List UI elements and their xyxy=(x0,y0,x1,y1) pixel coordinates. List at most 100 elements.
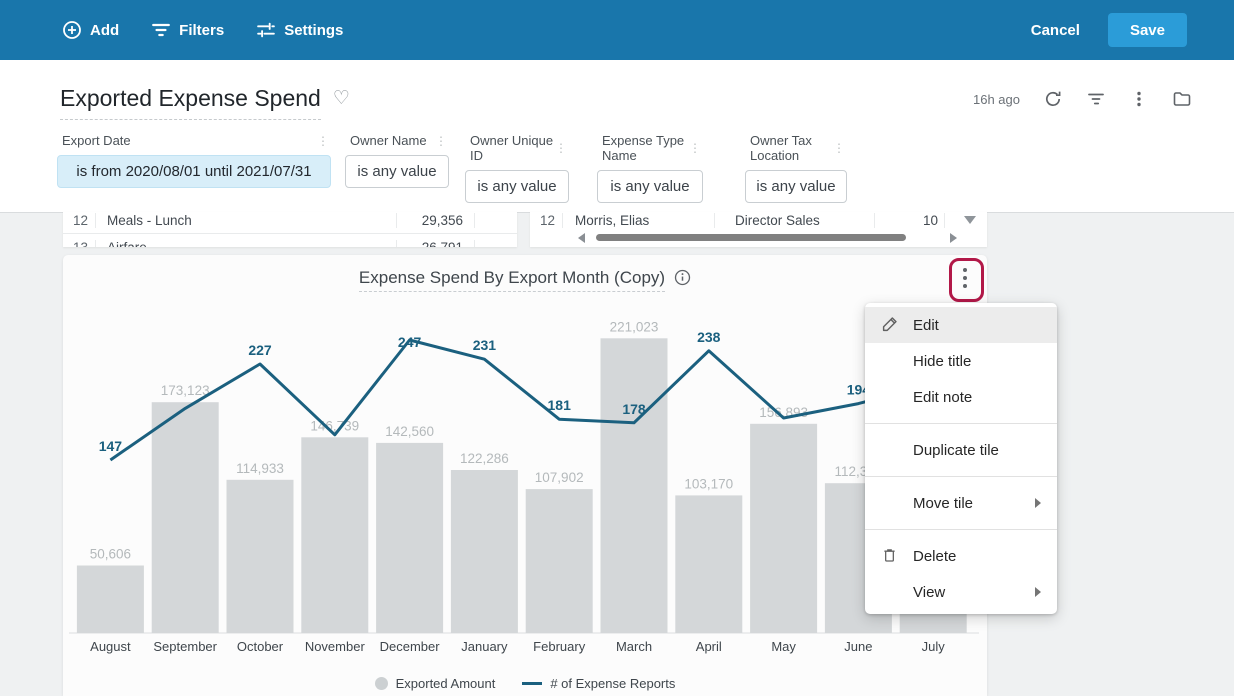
add-button-label: Add xyxy=(90,22,119,39)
add-button[interactable]: Add xyxy=(62,20,119,40)
x-axis-label-january: January xyxy=(461,639,508,654)
legend-dot-icon xyxy=(375,677,388,690)
bar-november[interactable] xyxy=(301,437,368,633)
dashboard-edit-page: Add Filters Settings Cancel Save Exporte… xyxy=(0,0,1234,696)
tile-title[interactable]: Expense Spend By Export Month (Copy) xyxy=(359,268,665,292)
owner-name-cell: Morris, Elias xyxy=(563,213,715,228)
settings-button[interactable]: Settings xyxy=(256,20,343,40)
filter-value-chip[interactable]: is any value xyxy=(345,155,449,188)
bar-october[interactable] xyxy=(227,480,294,633)
bar-march[interactable] xyxy=(601,338,668,633)
filter-kebab-icon[interactable]: ⋮ xyxy=(555,143,567,153)
owner-table-tile: 12Morris, EliasDirector Sales10 xyxy=(530,212,987,247)
bar-value-label: 103,170 xyxy=(684,476,733,491)
menu-divider xyxy=(865,423,1057,424)
line-value-label: 247 xyxy=(398,334,422,350)
menu-item-edit-note[interactable]: Edit note xyxy=(865,379,1057,415)
x-axis-label-august: August xyxy=(90,639,131,654)
legend-item-expense-reports[interactable]: # of Expense Reports xyxy=(522,676,675,691)
menu-item-icon-slot xyxy=(881,387,905,407)
expense-type-table-tile: 12Meals - Lunch29,35613Airfare26,791 xyxy=(63,212,517,247)
filter-owner-tax-location: Owner Tax Location⋮is any value xyxy=(745,133,847,203)
dashboard-filters-icon[interactable] xyxy=(1086,89,1106,109)
line-value-label: 231 xyxy=(473,337,497,353)
filter-owner-name: Owner Name⋮is any value xyxy=(345,133,449,188)
line-value-label: 238 xyxy=(697,329,721,345)
menu-item-move-tile[interactable]: Move tile xyxy=(865,485,1057,521)
menu-item-icon-slot xyxy=(881,493,905,513)
edit-toolbar: Add Filters Settings Cancel Save xyxy=(0,0,1234,60)
folder-icon[interactable] xyxy=(1172,89,1192,109)
expense-type-cell: Meals - Lunch xyxy=(96,213,397,228)
amount-cell: 29,356 xyxy=(397,213,475,228)
row-number-cell: 12 xyxy=(63,213,96,228)
line-value-label: 147 xyxy=(99,438,123,454)
scrollbar-thumb[interactable] xyxy=(596,234,906,241)
add-circle-plus-icon xyxy=(62,20,82,40)
info-icon[interactable] xyxy=(674,269,691,291)
dashboard-kebab-icon[interactable] xyxy=(1129,89,1149,109)
scroll-right-icon[interactable] xyxy=(950,233,957,243)
bar-january[interactable] xyxy=(451,470,518,633)
menu-item-label: View xyxy=(913,584,945,601)
x-axis-label-march: March xyxy=(616,639,652,654)
filter-value-chip[interactable]: is any value xyxy=(465,170,569,203)
menu-item-edit[interactable]: Edit xyxy=(865,307,1057,343)
bar-april[interactable] xyxy=(675,495,742,633)
filter-kebab-icon[interactable]: ⋮ xyxy=(317,136,329,146)
bar-value-label: 142,560 xyxy=(385,424,434,439)
bar-february[interactable] xyxy=(526,489,593,633)
menu-item-duplicate-tile[interactable]: Duplicate tile xyxy=(865,432,1057,468)
filter-kebab-icon[interactable]: ⋮ xyxy=(833,143,845,153)
combo-chart: 50,606August173,123September114,933Octob… xyxy=(63,255,987,696)
menu-divider xyxy=(865,476,1057,477)
scroll-left-icon[interactable] xyxy=(578,233,585,243)
menu-item-view[interactable]: View xyxy=(865,574,1057,610)
last-refreshed-text: 16h ago xyxy=(973,92,1020,107)
x-axis-label-april: April xyxy=(696,639,722,654)
menu-item-label: Delete xyxy=(913,548,956,565)
filter-kebab-icon[interactable]: ⋮ xyxy=(435,136,447,146)
cancel-button[interactable]: Cancel xyxy=(1031,22,1080,39)
table-row[interactable]: 13Airfare26,791 xyxy=(63,234,517,247)
filter-value-chip[interactable]: is any value xyxy=(597,170,703,203)
bar-value-label: 114,933 xyxy=(236,461,284,476)
menu-item-label: Hide title xyxy=(913,353,971,370)
dashboard-header: Exported Expense Spend ♡ 16h ago Export … xyxy=(0,60,1234,213)
scroll-down-icon[interactable] xyxy=(964,216,976,224)
filters-button-label: Filters xyxy=(179,22,224,39)
save-button[interactable]: Save xyxy=(1108,13,1187,47)
legend-item-exported-amount[interactable]: Exported Amount xyxy=(375,676,496,691)
filters-button[interactable]: Filters xyxy=(151,20,224,40)
menu-item-icon-slot xyxy=(881,440,905,460)
page-title[interactable]: Exported Expense Spend xyxy=(60,85,321,120)
bar-value-label: 50,606 xyxy=(90,547,131,562)
owner-title-cell: Director Sales xyxy=(715,213,875,228)
filter-label: Expense Type Name xyxy=(602,133,689,163)
menu-item-delete[interactable]: Delete xyxy=(865,538,1057,574)
row-number-cell: 12 xyxy=(530,213,563,228)
x-axis-label-november: November xyxy=(305,639,366,654)
refresh-icon[interactable] xyxy=(1043,89,1063,109)
bar-august[interactable] xyxy=(77,566,144,634)
chart-tile: 50,606August173,123September114,933Octob… xyxy=(63,255,987,696)
bar-september[interactable] xyxy=(152,402,219,633)
tile-kebab-icon[interactable] xyxy=(957,264,972,291)
favorite-heart-icon[interactable]: ♡ xyxy=(333,87,350,110)
line-value-label: 178 xyxy=(622,401,646,417)
bar-may[interactable] xyxy=(750,424,817,633)
tile-context-menu: Edit Hide title Edit note Duplicate tile Mov… xyxy=(865,303,1057,614)
table-row[interactable]: 12Meals - Lunch29,356 xyxy=(63,212,517,234)
table-row[interactable]: 12Morris, EliasDirector Sales10 xyxy=(530,212,987,234)
bar-value-label: 107,902 xyxy=(535,470,584,485)
pencil-icon xyxy=(881,315,905,335)
chart-legend: Exported Amount # of Expense Reports xyxy=(63,676,987,691)
filter-value-chip[interactable]: is any value xyxy=(745,170,847,203)
menu-item-icon-slot xyxy=(881,582,905,602)
menu-item-hide-title[interactable]: Hide title xyxy=(865,343,1057,379)
filter-value-chip[interactable]: is from 2020/08/01 until 2021/07/31 xyxy=(57,155,331,188)
bar-december[interactable] xyxy=(376,443,443,633)
menu-item-label: Duplicate tile xyxy=(913,442,999,459)
filter-kebab-icon[interactable]: ⋮ xyxy=(689,143,701,153)
filter-export-date: Export Date⋮is from 2020/08/01 until 202… xyxy=(57,133,331,188)
